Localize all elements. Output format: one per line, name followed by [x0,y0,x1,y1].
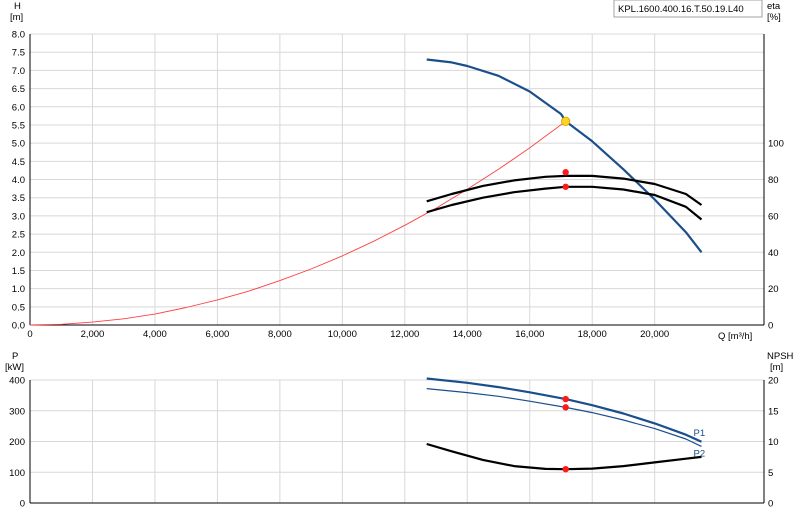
x-tick-label: 12,000 [390,329,419,340]
top-left-axis-label: H [14,1,21,12]
top-series-4 [426,185,703,221]
top-right-tick-label: 20 [768,284,779,295]
top-right-tick-label: 80 [768,175,779,186]
bottom-left-axis-unit: [kW] [5,362,24,373]
x-tick-label: 14,000 [453,329,482,340]
x-axis-label: Q [m³/h] [718,331,752,342]
top-right-tick-label: 40 [768,248,779,259]
bottom-right-tick-label: 15 [768,406,779,417]
top-panel-grid [29,33,765,326]
top-right-axis-label: eta [767,1,781,12]
bottom-left-tick-label: 300 [9,406,25,417]
bottom-panel-grid [29,379,765,504]
top-left-tick-label: 1.5 [12,266,25,277]
top-left-tick-label: 6.5 [12,84,25,95]
bottom-duty-point-1 [562,395,569,403]
top-left-tick-label: 5.5 [12,120,25,131]
bottom-left-tick-label: 200 [9,437,25,448]
top-right-axis-unit: [%] [767,12,781,23]
x-tick-label: 2,000 [81,329,105,340]
top-right-tick-label: 60 [768,211,779,222]
top-left-tick-label: 3.0 [12,211,25,222]
pump-id-box: KPL.1600.400.16.T.50.19.L40 [613,0,763,18]
top-right-tick-label: 100 [768,139,784,150]
top-right-tick-label: 0 [768,321,773,332]
top-duty-point-2 [562,169,569,176]
bottom-left-tick-label: 0 [20,499,25,510]
x-tick-label: 20,000 [640,329,669,340]
top-left-tick-label: 0.5 [12,302,25,313]
top-left-tick-label: 1.0 [12,284,25,295]
top-left-tick-label: 7.0 [12,66,25,77]
bottom-right-tick-label: 20 [768,376,779,387]
top-left-tick-label: 2.0 [12,248,25,259]
top-left-tick-label: 2.5 [12,230,25,241]
top-left-tick-label: 6.0 [12,102,25,113]
bottom-left-tick-label: 100 [9,468,25,479]
x-tick-label: 0 [27,329,32,340]
bottom-duty-point-2 [562,404,569,411]
x-tick-label: 16,000 [515,329,544,340]
top-duty-point-1 [561,116,571,126]
top-left-tick-label: 4.0 [12,175,25,186]
top-left-tick-label: 8.0 [12,30,25,41]
bottom-right-axis-label: NPSH [767,351,794,362]
top-left-tick-label: 3.5 [12,193,25,204]
top-left-tick-label: 4.5 [12,157,25,168]
bottom-left-tick-label: 400 [9,376,25,387]
x-tick-label: 10,000 [328,329,357,340]
bottom-series-3 [426,442,702,471]
x-tick-label: 6,000 [206,329,230,340]
bottom-right-tick-label: 0 [768,499,773,510]
top-left-tick-label: 7.5 [12,48,25,59]
top-left-tick-label: 0.0 [12,321,25,332]
pump-id: KPL.1600.400.16.T.50.19.L40 [618,4,744,15]
x-tick-label: 4,000 [143,329,167,340]
top-left-tick-label: 5.0 [12,139,25,150]
x-tick-label: 18,000 [578,329,607,340]
top-duty-point-3 [562,183,569,190]
bottom-right-axis-unit: [m] [770,362,783,373]
x-tick-label: 8,000 [268,329,292,340]
pump-performance-chart: P1P2 0 2,000 4,000 6,000 8,000 10,000 12,000 14… [5,0,794,510]
bottom-panel-series: P1P2 [426,377,706,473]
top-left-axis-unit: [m] [10,12,23,23]
bottom-right-tick-label: 5 [768,468,773,479]
bottom-left-axis-label: P [12,351,18,362]
top-series-2 [29,120,566,326]
bottom-right-tick-label: 10 [768,437,779,448]
top-panel-series [29,58,703,326]
bottom-duty-point-3 [562,465,569,473]
series-label-p1: P1 [694,428,706,439]
axis-ticks: 0 2,000 4,000 6,000 8,000 10,000 12,000 14,000 1… [9,30,784,510]
